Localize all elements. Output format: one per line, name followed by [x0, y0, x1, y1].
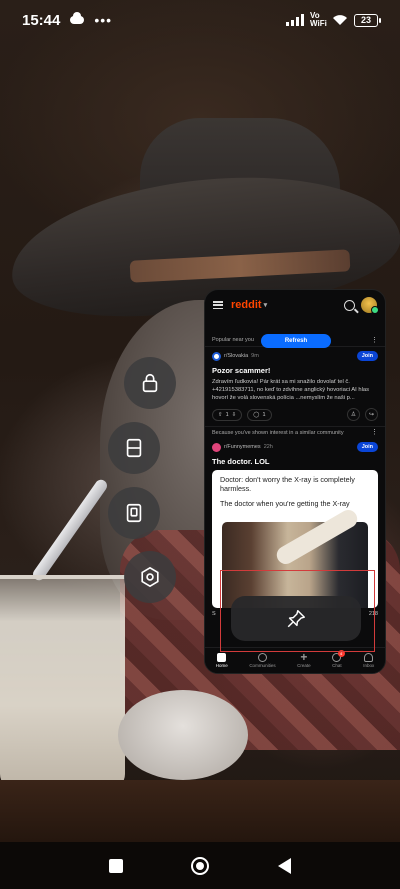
vowifi-label: Vo WiFi [310, 11, 327, 28]
nav-chat[interactable]: 4 Chat [332, 650, 345, 668]
post-meta: r/Slovakia 9m Join [212, 351, 378, 361]
nav-home[interactable]: Home [216, 653, 228, 668]
nav-label: Inbox [363, 663, 375, 668]
subreddit-icon [212, 351, 221, 361]
header-actions [344, 297, 379, 314]
clock: 15:44 [22, 11, 61, 29]
menu-icon[interactable] [213, 301, 223, 309]
system-navigation-bar [0, 842, 400, 889]
post-secondary-actions: ♙ ↪ [347, 408, 378, 421]
comment-icon: ◯ [253, 411, 260, 418]
split-screen-icon [126, 438, 142, 458]
vote-control[interactable]: ⇧ 1 ⇩ [212, 408, 243, 421]
subreddit-name[interactable]: r/Slovakia [224, 353, 248, 359]
back-button[interactable] [277, 857, 291, 874]
nav-label: Create [297, 663, 311, 668]
interest-label: Because you've shown interest in a simil… [212, 429, 344, 436]
straw [30, 477, 110, 583]
award-icon[interactable]: ♙ [347, 408, 360, 421]
vote-count: 1 [225, 411, 229, 418]
subreddit-icon [212, 442, 221, 452]
post-title[interactable]: The doctor. LOL [212, 457, 378, 466]
section-label: Popular near you [212, 337, 254, 343]
reddit-logo-text: reddit [231, 299, 262, 311]
status-right: Vo WiFi 23 [286, 11, 381, 28]
recommendation-reason: Because you've shown interest in a simil… [205, 426, 385, 438]
status-bar: 15:44 ••• Vo WiFi 23 [0, 0, 400, 40]
split-screen-button[interactable] [108, 422, 160, 474]
recents-button[interactable] [109, 858, 124, 873]
bell-icon [364, 653, 374, 662]
comment-count: 1 [262, 411, 266, 418]
refresh-button[interactable]: Refresh [261, 334, 331, 348]
home-button[interactable] [191, 856, 210, 875]
cloud-icon [70, 12, 85, 24]
comments-button[interactable]: ◯ 1 [247, 408, 272, 421]
battery-indicator: 23 [354, 13, 381, 27]
more-notifications-icon: ••• [94, 12, 113, 28]
post-card[interactable]: r/Slovakia 9m Join Pozor scammer! Zdraví… [205, 346, 385, 426]
nav-communities[interactable]: Communities [249, 653, 276, 668]
nav-create[interactable]: + Create [297, 650, 311, 668]
subreddit-name[interactable]: r/Funnymemes [224, 444, 261, 450]
reddit-logo[interactable]: reddit ▾ [231, 299, 267, 311]
share-icon[interactable]: ↪ [365, 408, 378, 421]
post-title[interactable]: Pozor scammer! [212, 366, 378, 375]
plus-icon: + [300, 650, 308, 664]
post-body: Zdravím ľudkovia! Pár krát sa mi snažilo… [212, 379, 370, 401]
search-icon[interactable] [344, 299, 355, 311]
floating-window-icon [126, 503, 142, 523]
join-button[interactable]: Join [356, 442, 378, 452]
battery-level: 23 [360, 15, 371, 25]
pin-button[interactable] [231, 596, 361, 641]
hexagon-settings-icon [141, 566, 159, 588]
communities-icon [257, 653, 267, 662]
downvote-icon[interactable]: ⇩ [232, 412, 237, 418]
more-options-icon[interactable]: ⋮ [371, 337, 378, 344]
home-icon [217, 653, 227, 662]
chevron-down-icon: ▾ [263, 302, 268, 309]
post-time: 22h [263, 444, 273, 450]
vote-count: S [212, 611, 216, 617]
join-button[interactable]: Join [356, 351, 378, 361]
nav-label: Communities [249, 663, 276, 668]
meme-caption-2: The doctor when you're getting the X-ray [220, 499, 350, 508]
avatar[interactable] [361, 297, 379, 314]
settings-button[interactable] [124, 551, 176, 603]
cat-paw [118, 690, 248, 780]
post-actions: ⇧ 1 ⇩ ◯ 1 ♙ ↪ [212, 408, 378, 421]
status-left: 15:44 ••• [22, 12, 112, 29]
nav-inbox[interactable]: Inbox [363, 653, 374, 668]
lock-icon [142, 373, 158, 393]
wooden-table [0, 780, 400, 842]
post-time: 9m [251, 353, 259, 359]
post-meta: r/Funnymemes 22h Join [212, 442, 378, 452]
milk-glass [0, 575, 125, 790]
signal-icon [286, 14, 304, 26]
nav-label: Home [215, 663, 228, 668]
nav-label: Chat [332, 663, 342, 668]
wifi-icon [333, 15, 347, 25]
lock-button[interactable] [124, 357, 176, 409]
floating-window-button[interactable] [108, 487, 160, 539]
meme-caption-1: Doctor: don't worry the X-ray is complet… [220, 475, 355, 493]
reddit-header: reddit ▾ [205, 290, 385, 320]
upvote-icon[interactable]: ⇧ [218, 412, 223, 418]
more-options-icon[interactable]: ⋮ [371, 429, 378, 436]
pin-icon [287, 609, 305, 627]
